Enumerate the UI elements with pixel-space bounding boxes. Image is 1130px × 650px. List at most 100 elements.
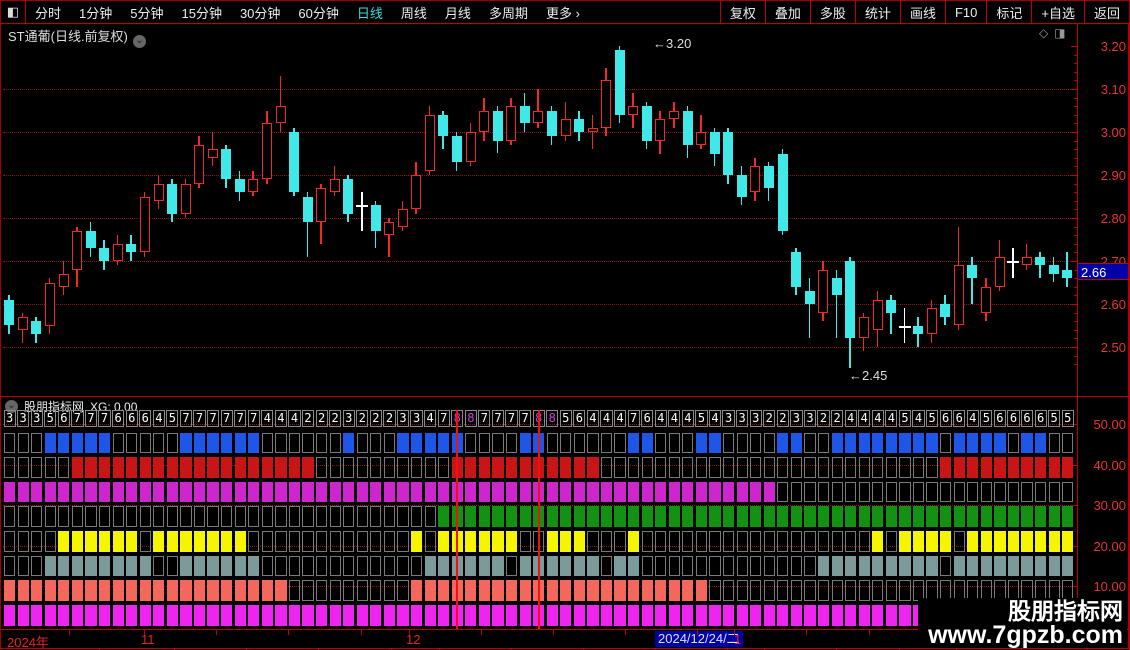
green-row-block <box>763 506 775 527</box>
indicator-axis-label: 40.00 <box>1093 457 1126 473</box>
price-axis-minor-tick <box>1074 286 1077 288</box>
magenta2-row-block <box>58 605 70 626</box>
chevron-down-icon[interactable]: ⌄ <box>132 35 146 48</box>
empty-cell <box>410 506 423 527</box>
tool-item[interactable]: 返回 <box>1083 1 1129 23</box>
empty-cell <box>112 506 124 527</box>
empty-cell <box>777 580 789 601</box>
empty-cell <box>831 580 843 601</box>
magenta2-row-block <box>71 605 84 626</box>
candle <box>628 106 639 115</box>
blue-row-block <box>912 432 925 453</box>
timeframe-item[interactable]: 周线 <box>392 3 436 22</box>
empty-cell <box>750 555 762 577</box>
price-axis-minor-tick <box>1074 183 1077 185</box>
empty-cell <box>248 506 260 527</box>
green-row-block <box>899 506 911 527</box>
tool-item[interactable]: 统计 <box>854 1 900 23</box>
magenta-row-block <box>153 481 165 503</box>
tool-item[interactable]: 多股 <box>809 1 855 23</box>
timeframe-item[interactable]: 分时 <box>26 3 70 22</box>
empty-cell <box>370 580 382 601</box>
magenta-row-block <box>85 481 97 503</box>
diamond-icon[interactable]: ◇ <box>1039 26 1054 40</box>
candle <box>343 179 354 214</box>
date-axis-tick <box>216 630 217 635</box>
window-toggle-icon[interactable]: ◧ <box>1 1 26 23</box>
tool-item[interactable]: 画线 <box>899 1 945 23</box>
yellow-row-block <box>153 531 165 552</box>
empty-cell <box>139 506 151 527</box>
tool-item[interactable]: 标记 <box>986 1 1031 23</box>
empty-cell <box>695 555 708 577</box>
empty-cell <box>736 555 748 577</box>
empty-cell <box>31 531 43 552</box>
gray-row-block <box>899 555 911 577</box>
green-row-block <box>655 506 667 527</box>
red-row-block <box>261 457 273 478</box>
signal-count-cell: 7 <box>437 410 450 427</box>
magenta2-row-block <box>465 605 477 626</box>
price-axis-minor-tick <box>1074 329 1077 331</box>
gray-row-block <box>193 555 206 577</box>
green-row-block <box>668 506 680 527</box>
timeframe-item[interactable]: 15分钟 <box>172 3 230 22</box>
green-row-block <box>438 506 450 527</box>
timeframe-item[interactable]: 60分钟 <box>289 3 347 22</box>
price-axis-minor-tick <box>1074 166 1077 168</box>
empty-cell <box>234 506 246 527</box>
salmon-row-block <box>275 580 287 601</box>
magenta-row-block <box>370 481 382 503</box>
signal-count-cell: 5 <box>1048 410 1061 427</box>
yellow-row-block <box>1021 531 1033 552</box>
gray-row-block <box>994 555 1006 577</box>
salmon-row-block <box>695 580 708 601</box>
timeframe-item[interactable]: 更多 › <box>537 3 589 22</box>
empty-cell <box>492 432 504 453</box>
magenta2-row-block <box>370 605 382 626</box>
tool-item[interactable]: F10 <box>944 1 986 23</box>
magenta-row-block <box>193 481 206 503</box>
yellow-row-block <box>1007 531 1020 552</box>
tool-item[interactable]: +自选 <box>1031 1 1084 23</box>
magenta2-row-block <box>804 605 816 626</box>
empty-cell <box>885 457 897 478</box>
salmon-row-block <box>153 580 165 601</box>
price-axis-tick <box>1071 347 1077 348</box>
tool-item[interactable]: 复权 <box>719 1 765 23</box>
gray-row-block <box>872 555 884 577</box>
tool-item[interactable]: 叠加 <box>764 1 810 23</box>
red-row-block <box>275 457 287 478</box>
yellow-row-block <box>112 531 124 552</box>
signal-count-cell: 7 <box>519 410 532 427</box>
yellow-row-block <box>505 531 518 552</box>
empty-cell <box>424 457 436 478</box>
timeframe-item[interactable]: 30分钟 <box>231 3 289 22</box>
blue-row-block <box>994 432 1006 453</box>
magenta2-row-block <box>777 605 789 626</box>
empty-cell <box>288 580 301 601</box>
timeframe-item[interactable]: 5分钟 <box>121 3 172 22</box>
yellow-row-block <box>438 531 450 552</box>
panel-icon[interactable]: ◨ <box>1054 26 1071 40</box>
timeframe-item[interactable]: 多周期 <box>480 3 537 22</box>
signal-count-cell: 7 <box>98 410 111 427</box>
empty-cell <box>736 432 748 453</box>
yellow-row-block <box>58 531 70 552</box>
empty-cell <box>750 531 762 552</box>
timeframe-item[interactable]: 1分钟 <box>70 3 121 22</box>
empty-cell <box>17 506 29 527</box>
timeframe-item[interactable]: 月线 <box>436 3 480 22</box>
candle <box>221 149 232 180</box>
blue-row-block <box>1021 432 1033 453</box>
empty-cell <box>356 432 368 453</box>
timeframe-item[interactable]: 日线 <box>348 3 392 22</box>
empty-cell <box>302 580 314 601</box>
candle-wick <box>808 278 811 339</box>
empty-cell <box>953 481 965 503</box>
signal-count-cell: 6 <box>112 410 125 427</box>
candle <box>669 110 680 120</box>
green-row-block <box>600 506 613 527</box>
magenta2-row-block <box>153 605 165 626</box>
empty-cell <box>17 555 29 577</box>
